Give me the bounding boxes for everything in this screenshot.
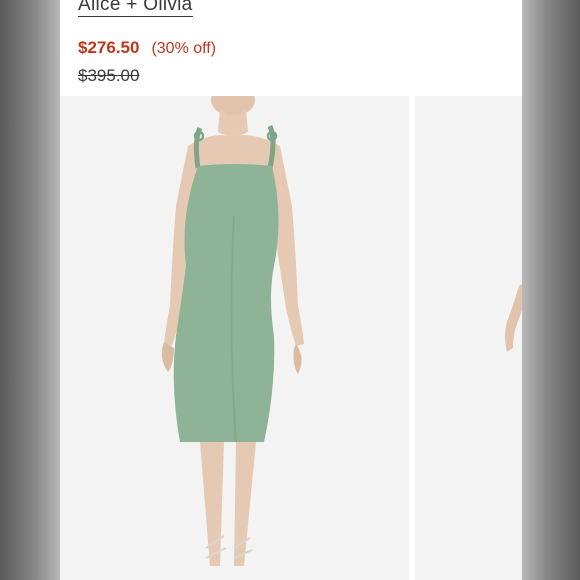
discount-label: (30% off): [151, 40, 217, 57]
product-panel: Alice + Olivia $276.50 (30% off) $395.00: [60, 0, 522, 580]
product-photo-next[interactable]: [415, 96, 522, 580]
brand-link[interactable]: Alice + Olivia: [78, 0, 193, 17]
dress-model-illustration: [60, 96, 409, 580]
price-row: $276.50 (30% off): [78, 38, 216, 58]
background-left: [0, 0, 60, 580]
background-right: [522, 0, 580, 580]
image-gallery: [60, 96, 522, 580]
original-price: $395.00: [78, 66, 140, 85]
sale-price: $276.50: [78, 38, 140, 57]
next-photo-preview: [415, 96, 522, 580]
product-photo-front[interactable]: [60, 96, 409, 580]
